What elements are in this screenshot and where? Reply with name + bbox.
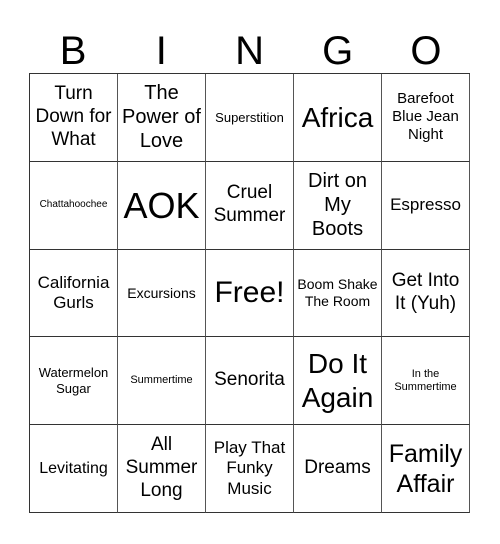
bingo-cell[interactable]: Excursions	[118, 249, 206, 338]
bingo-header: B I N G O	[29, 28, 470, 74]
header-letter-i: I	[155, 29, 167, 73]
bingo-cell[interactable]: Play That Funky Music	[206, 425, 294, 513]
free-space-cell[interactable]: Free!	[206, 249, 294, 338]
header-letter-o: O	[410, 29, 442, 73]
bingo-cell[interactable]: Get Into It (Yuh)	[382, 249, 470, 338]
bingo-cell[interactable]: Levitating	[30, 425, 118, 513]
bingo-cell[interactable]: The Power of Love	[118, 74, 206, 162]
bingo-cell[interactable]: Family Affair	[382, 425, 470, 513]
bingo-cell[interactable]: Cruel Summer	[206, 161, 294, 250]
header-letter-g: G	[322, 29, 354, 73]
bingo-cell[interactable]: Turn Down for What	[30, 74, 118, 162]
bingo-cell[interactable]: Do It Again	[294, 337, 382, 426]
bingo-cell[interactable]: Chattahoochee	[30, 161, 118, 250]
bingo-cell[interactable]: In the Summertime	[382, 337, 470, 426]
bingo-cell[interactable]: All Summer Long	[118, 425, 206, 513]
bingo-cell[interactable]: Watermelon Sugar	[30, 337, 118, 426]
bingo-cell[interactable]: Dreams	[294, 425, 382, 513]
bingo-cell[interactable]: Superstition	[206, 74, 294, 162]
bingo-grid: Turn Down for What The Power of Love Super…	[29, 73, 470, 513]
bingo-cell[interactable]: AOK	[118, 161, 206, 250]
bingo-cell[interactable]: California Gurls	[30, 249, 118, 338]
bingo-cell[interactable]: Dirt on My Boots	[294, 161, 382, 250]
bingo-cell[interactable]: Espresso	[382, 161, 470, 250]
bingo-cell[interactable]: Senorita	[206, 337, 294, 426]
header-letter-n: N	[235, 29, 264, 73]
bingo-cell[interactable]: Summertime	[118, 337, 206, 426]
header-letter-b: B	[59, 29, 87, 73]
bingo-cell[interactable]: Barefoot Blue Jean Night	[382, 74, 470, 162]
bingo-cell[interactable]: Boom Shake The Room	[294, 249, 382, 338]
bingo-cell[interactable]: Africa	[294, 74, 382, 162]
